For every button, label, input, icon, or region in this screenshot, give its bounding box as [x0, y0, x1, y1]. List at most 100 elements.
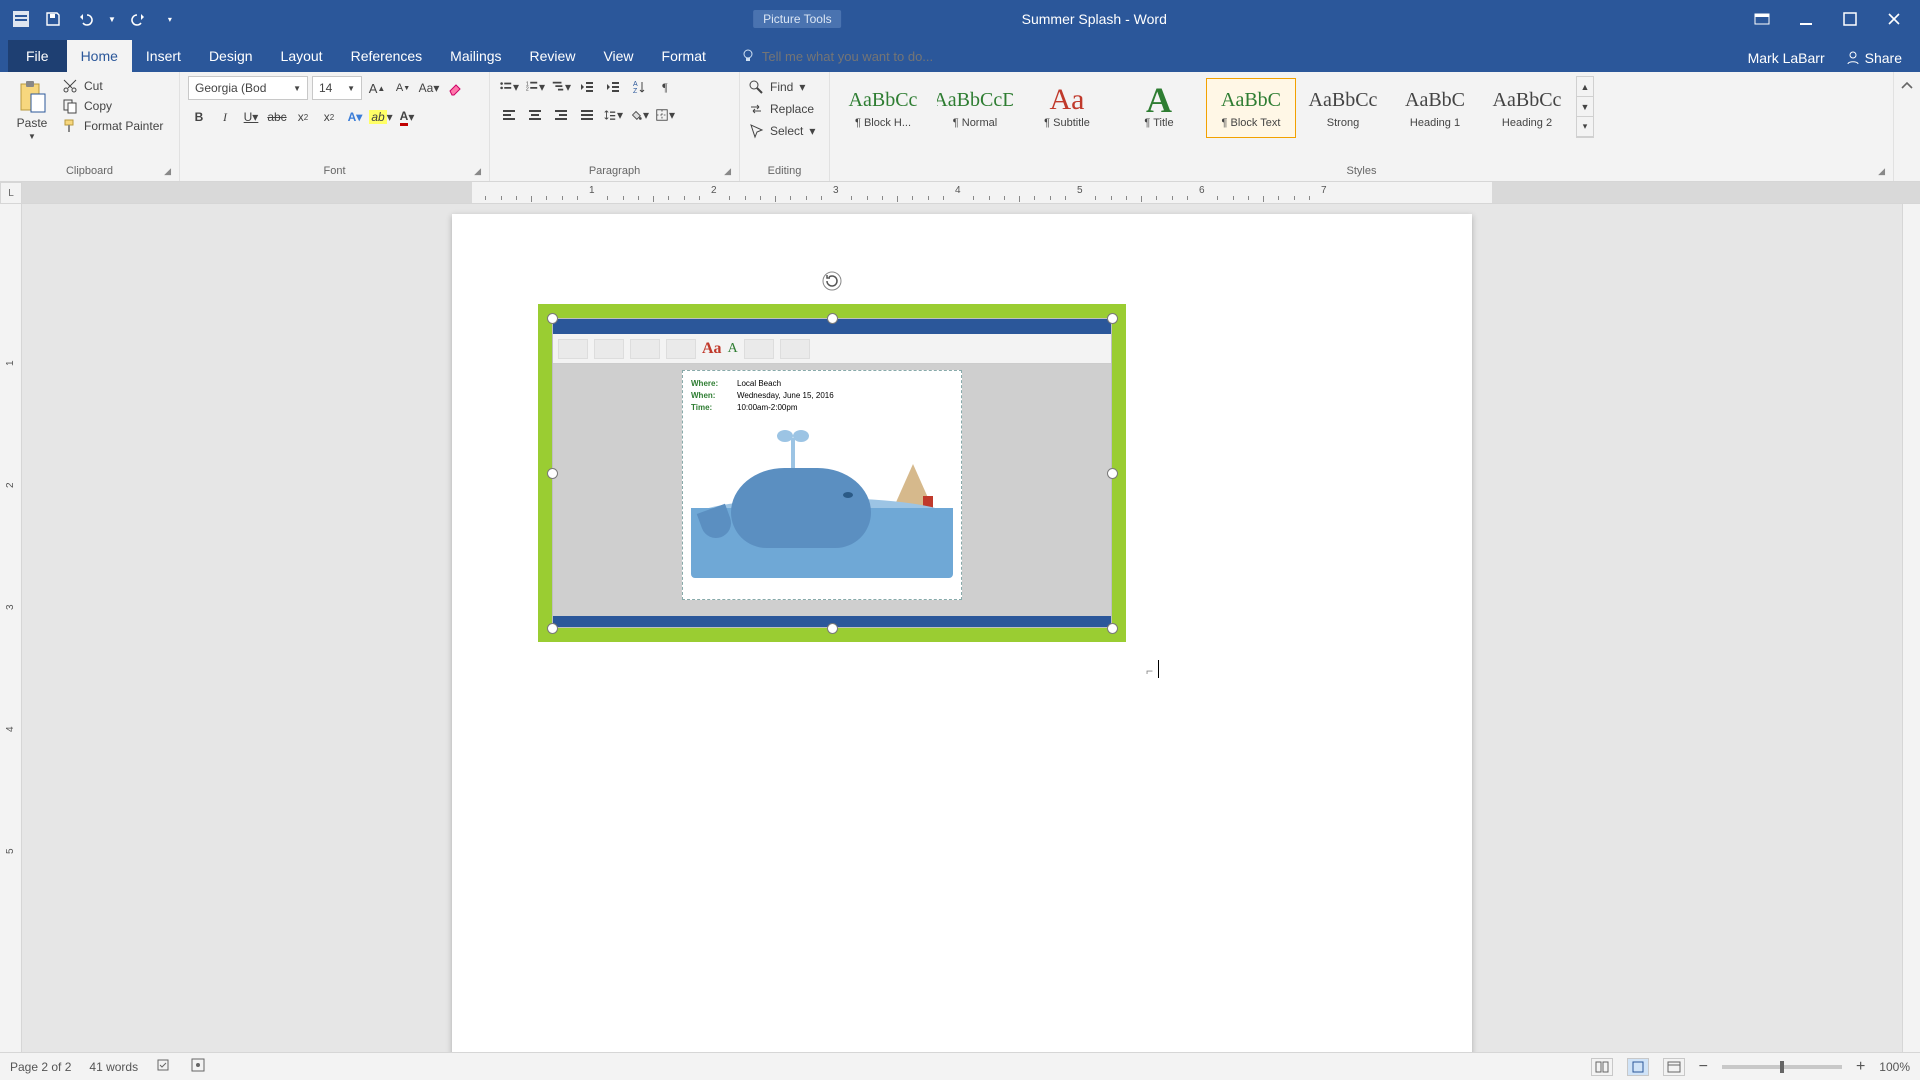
print-layout-button[interactable]: [1627, 1058, 1649, 1076]
change-case-button[interactable]: Aa▾: [418, 77, 440, 99]
word-count[interactable]: 41 words: [89, 1060, 138, 1074]
horizontal-ruler[interactable]: 1234567: [22, 182, 1920, 204]
line-spacing-button[interactable]: ▾: [602, 104, 624, 126]
tab-layout[interactable]: Layout: [267, 40, 337, 72]
resize-handle-tr[interactable]: [1107, 313, 1118, 324]
tab-file[interactable]: File: [8, 40, 67, 72]
resize-handle-bm[interactable]: [827, 623, 838, 634]
selected-picture[interactable]: Aa A Where:Local Beach When:Wednesday, J…: [538, 304, 1126, 642]
shading-button[interactable]: ▾: [628, 104, 650, 126]
page-indicator[interactable]: Page 2 of 2: [10, 1060, 71, 1074]
tell-me-input[interactable]: [762, 49, 1002, 64]
show-marks-button[interactable]: ¶: [654, 76, 676, 98]
resize-handle-ml[interactable]: [547, 468, 558, 479]
styles-more-icon[interactable]: ▾: [1577, 117, 1593, 137]
style-item[interactable]: AaBbC¶ Block Text: [1206, 78, 1296, 138]
strikethrough-button[interactable]: abc: [266, 106, 288, 128]
close-icon[interactable]: [1886, 11, 1902, 27]
italic-button[interactable]: I: [214, 106, 236, 128]
clear-formatting-button[interactable]: [444, 77, 466, 99]
zoom-out-button[interactable]: −: [1699, 1058, 1708, 1076]
cut-button[interactable]: Cut: [62, 76, 163, 96]
dialog-launcher-icon[interactable]: ◢: [474, 166, 481, 177]
tell-me-search[interactable]: [740, 40, 1002, 72]
font-name-combo[interactable]: Georgia (Bod▼: [188, 76, 308, 100]
numbering-button[interactable]: 12▾: [524, 76, 546, 98]
read-mode-button[interactable]: [1591, 1058, 1613, 1076]
dialog-launcher-icon[interactable]: ◢: [164, 166, 171, 177]
ribbon-display-options-icon[interactable]: [1754, 11, 1770, 27]
tab-format[interactable]: Format: [648, 40, 720, 72]
save-icon[interactable]: [44, 10, 62, 28]
grow-font-button[interactable]: A▲: [366, 77, 388, 99]
tab-design[interactable]: Design: [195, 40, 267, 72]
style-item[interactable]: AaBbCc¶ Block H...: [838, 78, 928, 138]
vertical-ruler[interactable]: 12345: [0, 204, 22, 1052]
bold-button[interactable]: B: [188, 106, 210, 128]
zoom-in-button[interactable]: +: [1856, 1058, 1865, 1076]
justify-button[interactable]: [576, 104, 598, 126]
tab-references[interactable]: References: [337, 40, 437, 72]
style-item[interactable]: A¶ Title: [1114, 78, 1204, 138]
sort-button[interactable]: AZ: [628, 76, 650, 98]
find-button[interactable]: Find ▾: [748, 76, 821, 98]
minimize-icon[interactable]: [1798, 11, 1814, 27]
share-button[interactable]: Share: [1845, 50, 1902, 66]
tab-view[interactable]: View: [589, 40, 647, 72]
styles-scroll[interactable]: ▲ ▼ ▾: [1576, 76, 1594, 138]
tab-selector[interactable]: L: [0, 182, 22, 204]
collapse-ribbon-button[interactable]: [1894, 72, 1920, 181]
undo-dropdown-icon[interactable]: ▼: [108, 15, 116, 24]
underline-button[interactable]: U▾: [240, 106, 262, 128]
qat-customize-icon[interactable]: ▾: [168, 15, 172, 24]
resize-handle-tm[interactable]: [827, 313, 838, 324]
multilevel-list-button[interactable]: ▾: [550, 76, 572, 98]
style-item[interactable]: Aa¶ Subtitle: [1022, 78, 1112, 138]
text-effects-button[interactable]: A▾: [344, 106, 366, 128]
align-left-button[interactable]: [498, 104, 520, 126]
rotate-handle[interactable]: [821, 270, 843, 292]
font-size-combo[interactable]: 14▼: [312, 76, 362, 100]
resize-handle-mr[interactable]: [1107, 468, 1118, 479]
decrease-indent-button[interactable]: [576, 76, 598, 98]
redo-icon[interactable]: [130, 10, 148, 28]
resize-handle-bl[interactable]: [547, 623, 558, 634]
scroll-up-icon[interactable]: ▲: [1577, 77, 1593, 97]
layout-options-button[interactable]: ⌐: [1146, 664, 1153, 678]
style-item[interactable]: AaBbCcHeading 2: [1482, 78, 1572, 138]
copy-button[interactable]: Copy: [62, 96, 163, 116]
user-name[interactable]: Mark LaBarr: [1748, 50, 1825, 66]
shrink-font-button[interactable]: A▼: [392, 77, 414, 99]
font-color-button[interactable]: A▾: [396, 106, 418, 128]
tab-home[interactable]: Home: [67, 40, 132, 72]
bullets-button[interactable]: ▾: [498, 76, 520, 98]
spellcheck-icon[interactable]: [156, 1057, 172, 1076]
dialog-launcher-icon[interactable]: ◢: [724, 166, 731, 177]
superscript-button[interactable]: x2: [318, 106, 340, 128]
zoom-level[interactable]: 100%: [1879, 1060, 1910, 1074]
resize-handle-br[interactable]: [1107, 623, 1118, 634]
select-button[interactable]: Select ▾: [748, 120, 821, 142]
maximize-icon[interactable]: [1842, 11, 1858, 27]
format-painter-button[interactable]: Format Painter: [62, 116, 163, 136]
tab-mailings[interactable]: Mailings: [436, 40, 515, 72]
highlight-button[interactable]: ab▾: [370, 106, 392, 128]
macro-icon[interactable]: [190, 1057, 206, 1076]
resize-handle-tl[interactable]: [547, 313, 558, 324]
align-center-button[interactable]: [524, 104, 546, 126]
subscript-button[interactable]: x2: [292, 106, 314, 128]
styles-gallery[interactable]: AaBbCc¶ Block H...AaBbCcD¶ NormalAa¶ Sub…: [838, 76, 1572, 138]
tab-insert[interactable]: Insert: [132, 40, 195, 72]
style-item[interactable]: AaBbCcD¶ Normal: [930, 78, 1020, 138]
replace-button[interactable]: Replace: [748, 98, 821, 120]
undo-icon[interactable]: [76, 10, 94, 28]
scroll-down-icon[interactable]: ▼: [1577, 97, 1593, 117]
web-layout-button[interactable]: [1663, 1058, 1685, 1076]
paste-button[interactable]: Paste ▼: [8, 76, 56, 141]
zoom-slider[interactable]: [1722, 1065, 1842, 1069]
page[interactable]: Aa A Where:Local Beach When:Wednesday, J…: [452, 214, 1472, 1052]
align-right-button[interactable]: [550, 104, 572, 126]
document-area[interactable]: Aa A Where:Local Beach When:Wednesday, J…: [22, 204, 1902, 1052]
increase-indent-button[interactable]: [602, 76, 624, 98]
dialog-launcher-icon[interactable]: ◢: [1878, 166, 1885, 177]
